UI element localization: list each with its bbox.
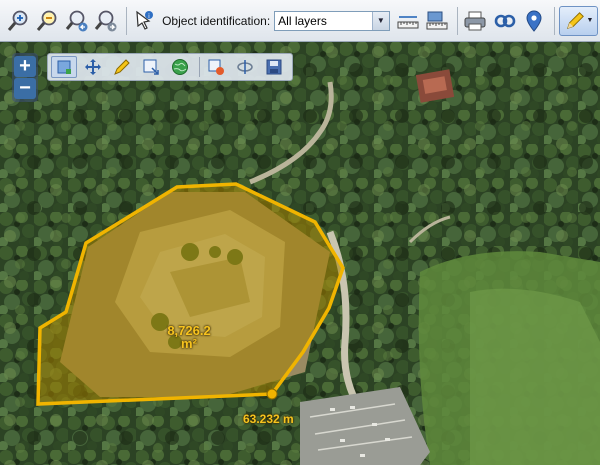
delete-feature-icon	[208, 59, 224, 75]
identification-layer-value: All layers	[278, 13, 327, 28]
measure-length-button[interactable]	[394, 6, 421, 36]
select-feature-button[interactable]	[51, 56, 77, 78]
zoom-previous-button[interactable]	[63, 6, 90, 36]
chevron-down-icon: ▼	[371, 11, 389, 30]
save-button[interactable]	[261, 56, 287, 78]
globe-icon	[172, 59, 188, 75]
split-feature-button[interactable]	[232, 56, 258, 78]
split-feature-icon	[237, 60, 253, 74]
select-feature-icon	[57, 60, 71, 74]
move-icon	[85, 59, 101, 75]
measure-length-icon	[397, 15, 418, 28]
move-button[interactable]	[80, 56, 106, 78]
link-icon	[494, 14, 516, 27]
print-button[interactable]	[462, 6, 489, 36]
identification-layer-select[interactable]: All layers ▼	[274, 10, 390, 31]
chevron-down-icon: ▼	[586, 17, 594, 24]
zoom-out-button[interactable]: −	[14, 78, 36, 99]
location-pin-button[interactable]	[520, 6, 547, 36]
zoom-in-button[interactable]: +	[14, 56, 36, 77]
map-view[interactable]: 8,726.2 m² 63.232 m	[0, 42, 600, 465]
edit-vertices-button[interactable]	[109, 56, 135, 78]
zoom-next-icon	[94, 10, 117, 31]
zoom-next-button[interactable]	[92, 6, 119, 36]
area-measurement-label: 8,726.2 m²	[158, 324, 220, 350]
aerial-imagery	[0, 42, 600, 465]
print-icon	[464, 11, 486, 30]
toolbar-separator	[456, 6, 458, 35]
draw-pencil-dropdown-button[interactable]: ▼	[558, 5, 599, 36]
zoom-box-in-button[interactable]	[4, 6, 31, 36]
edit-vertices-icon	[114, 59, 130, 75]
add-feature-icon	[143, 59, 159, 75]
globe-button[interactable]	[167, 56, 193, 78]
toolbar-separator	[553, 6, 555, 35]
toolbar-separator	[125, 6, 127, 35]
link-button[interactable]	[491, 6, 518, 36]
toolbar-separator	[199, 57, 200, 77]
location-pin-icon	[526, 9, 542, 32]
draw-pencil-icon	[566, 11, 584, 29]
delete-feature-button[interactable]	[203, 56, 229, 78]
zoom-box-out-icon	[36, 10, 57, 31]
zoom-box-in-icon	[7, 10, 28, 31]
measure-area-button[interactable]	[423, 6, 450, 36]
identification-label: Object identification:	[162, 13, 271, 28]
zoom-previous-icon	[65, 10, 88, 31]
area-unit: m²	[181, 336, 197, 351]
zoom-control: + −	[12, 53, 38, 102]
length-measurement-label: 63.232 m	[243, 412, 294, 426]
identify-icon: i	[136, 10, 154, 30]
add-feature-button[interactable]	[138, 56, 164, 78]
save-icon	[266, 59, 282, 75]
zoom-box-out-button[interactable]	[33, 6, 60, 36]
identify-button[interactable]: i	[131, 6, 158, 36]
measure-area-icon	[426, 11, 448, 29]
editing-toolbar	[47, 53, 293, 81]
main-toolbar: i Object identification: All layers ▼ ▼	[0, 0, 600, 42]
